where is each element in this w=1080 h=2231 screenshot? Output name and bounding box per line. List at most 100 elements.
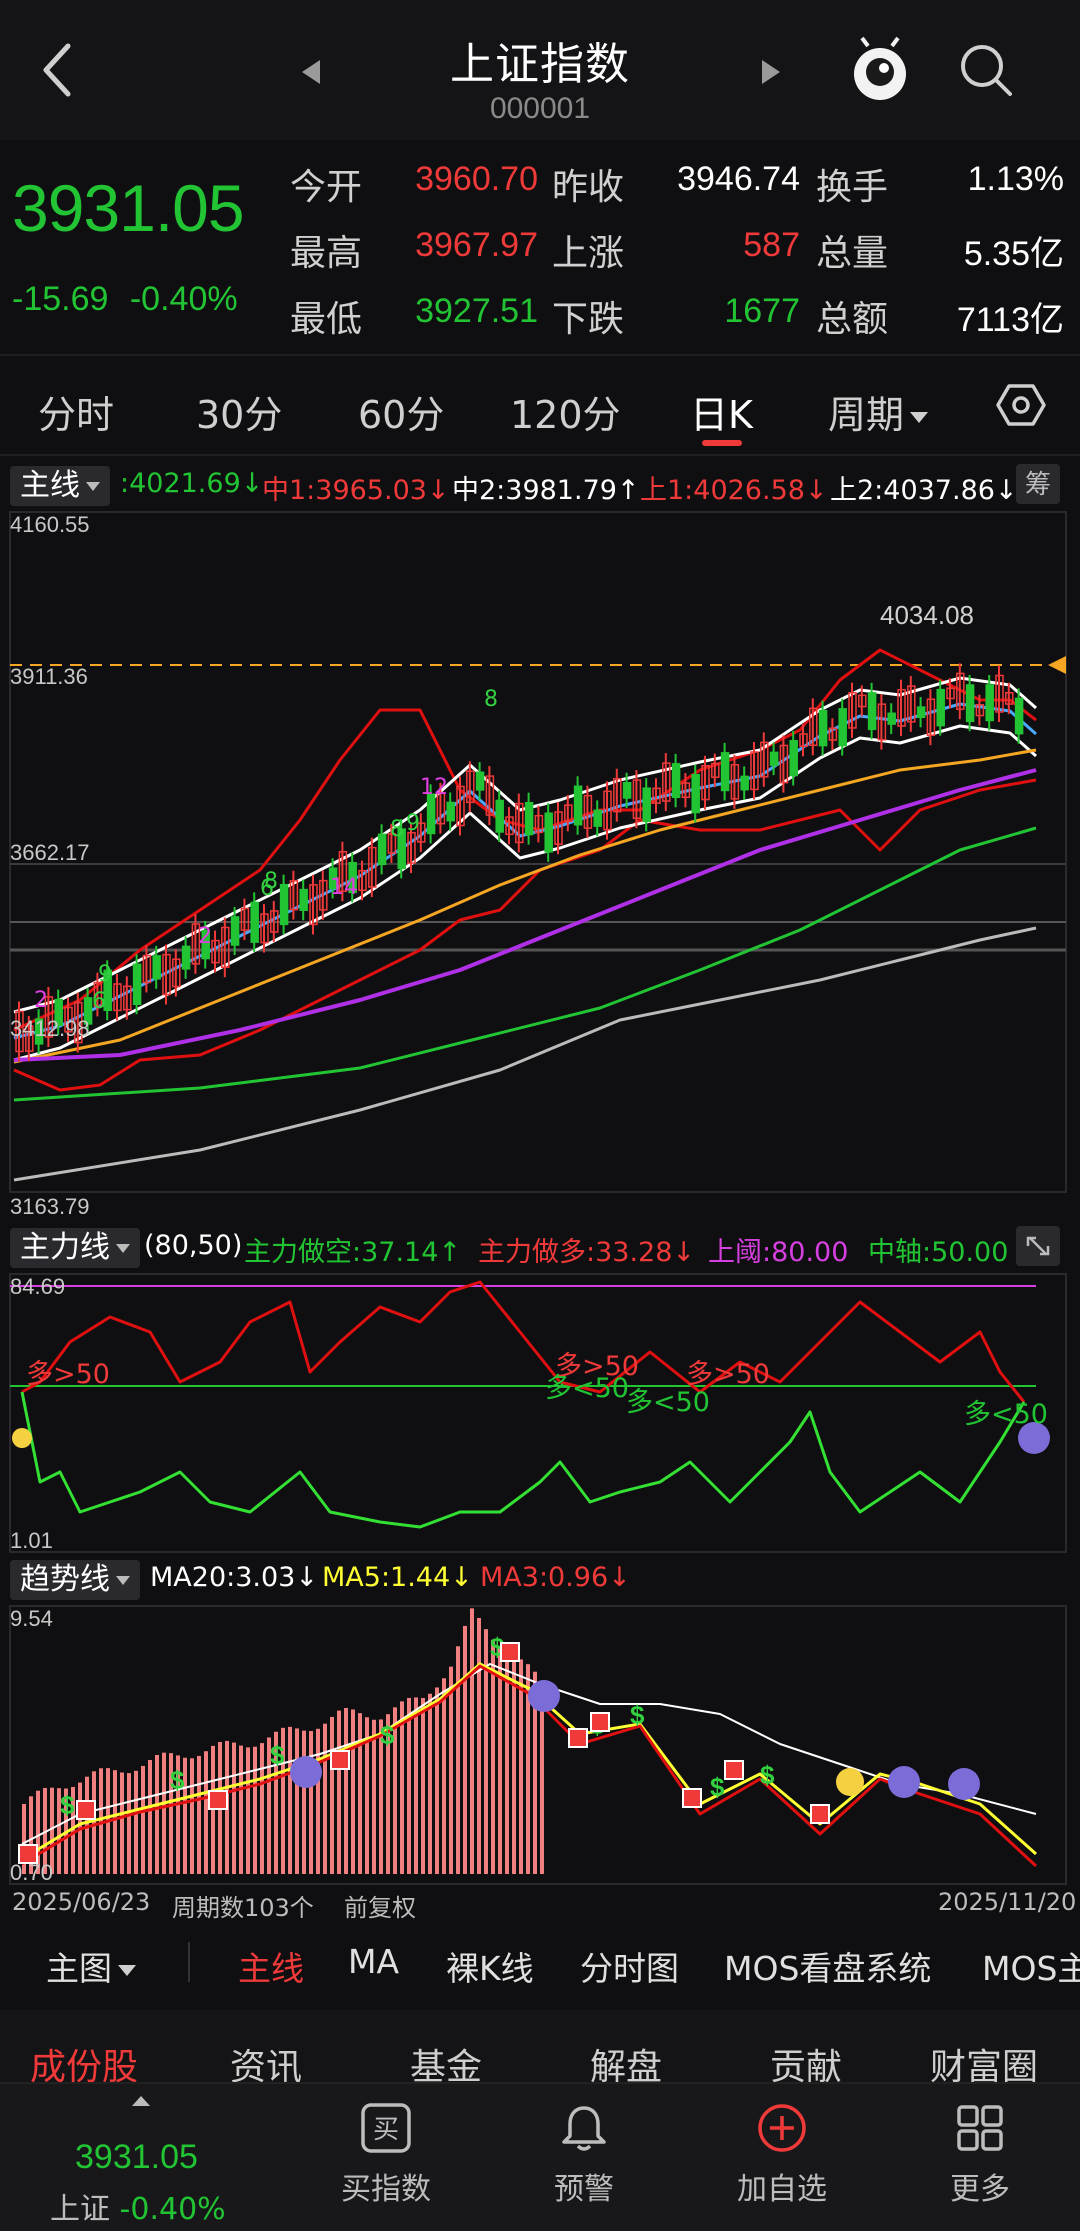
chevron-up-icon[interactable] (132, 2096, 150, 2106)
main-chart-selector[interactable]: 主图 (46, 1942, 136, 1990)
trend-indicator-chart[interactable]: $$$$$$$$$ (0, 1604, 1080, 1886)
zhuli-indicator-chart[interactable] (0, 1272, 1080, 1554)
trend-bar (428, 1693, 432, 1874)
chip-distribution-button[interactable]: 筹 (1016, 464, 1060, 504)
section-tabs: 成份股 资讯 基金 解盘 贡献 财富圈 (0, 2010, 1080, 2088)
chevron-down-icon (118, 1965, 136, 1976)
volume-value: 5.35亿 (963, 235, 1064, 273)
middle-band-line (13, 676, 1037, 1014)
signal-annotation: 多<50 (545, 1373, 629, 1404)
candle (446, 801, 455, 822)
trend-bar (92, 1771, 96, 1874)
candle (1014, 697, 1024, 735)
trend-bar (351, 1709, 355, 1874)
indicator-naked-k[interactable]: 裸K线 (446, 1942, 534, 1990)
open-value: 3960.70 (415, 160, 538, 198)
count-marker: 6 (92, 989, 106, 1014)
tab-60min[interactable]: 60分 (358, 384, 444, 439)
decline-value: 1677 (724, 292, 800, 330)
trend-bar (253, 1746, 257, 1874)
svg-text:买: 买 (373, 2115, 399, 2145)
zhuli-params: (80,50) (144, 1230, 243, 1261)
buy-signal-mark: $ (270, 1740, 285, 1770)
mascot-icon[interactable] (848, 36, 912, 104)
candle (838, 708, 847, 747)
tab-30min[interactable]: 30分 (196, 384, 282, 439)
candle (132, 963, 142, 1005)
trend-bar (498, 1647, 502, 1874)
candle (720, 752, 730, 792)
sell-signal-mark (330, 1750, 350, 1770)
indicator-zhuxian[interactable]: 主线 (238, 1942, 304, 1990)
count-marker: 8 (390, 817, 404, 842)
money-bag-icon (836, 1768, 864, 1796)
buy-index-button[interactable]: 买 买指数 (316, 2102, 456, 2208)
legend-item: MA20:3.03↓ (150, 1562, 318, 1593)
expand-icon[interactable] (1016, 1226, 1060, 1266)
low-label: 最低 (290, 299, 363, 340)
trend-bar (512, 1656, 516, 1874)
tab-period-label: 周期 (828, 393, 905, 437)
more-button[interactable]: 更多 (910, 2102, 1050, 2208)
ma-blue-line (13, 702, 1037, 1040)
candle (279, 883, 289, 926)
tab-daily-k[interactable]: 日K (690, 384, 753, 439)
next-index-icon[interactable] (762, 60, 780, 84)
tab-minute[interactable]: 分时 (38, 384, 114, 439)
amount-label: 总额 (816, 299, 889, 340)
qushi-selector[interactable]: 趋势线 (10, 1560, 140, 1600)
legend-item: 中2:3981.79↑ (452, 475, 640, 506)
legend-item: MA3:0.96↓ (480, 1562, 631, 1593)
trend-bar (323, 1723, 327, 1874)
indicator-mos-main[interactable]: MOS主 (982, 1942, 1080, 1990)
sad-face-icon (290, 1756, 322, 1788)
legend-item: 主力做空:37.14↑ (244, 1237, 462, 1268)
sell-signal-mark (682, 1788, 702, 1808)
trend-bar (120, 1772, 124, 1874)
candle (642, 787, 651, 823)
bottom-price[interactable]: 3931.05 (75, 2138, 198, 2177)
qushi-legend: 趋势线 MA20:3.03↓ MA5:1.44↓ MA3:0.96↓ (0, 1554, 1080, 1602)
trend-bar (190, 1758, 194, 1874)
indicator-mos-system[interactable]: MOS看盘系统 (724, 1942, 931, 1990)
index-code: 000001 (489, 92, 591, 125)
volume-label: 总量 (816, 233, 889, 274)
alert-button[interactable]: 预警 (514, 2102, 654, 2208)
legend-item: 上2:4037.86↓ (830, 475, 1018, 506)
trend-bar (302, 1730, 306, 1874)
add-watchlist-button[interactable]: 加自选 (712, 2102, 852, 2208)
search-icon[interactable] (956, 40, 1016, 100)
legend-item: MA5:1.44↓ (322, 1562, 473, 1593)
advance-label: 上涨 (552, 233, 625, 274)
change-value: -15.69 (12, 280, 109, 318)
y-axis-label: 0.70 (10, 1860, 53, 1885)
trend-bar (477, 1618, 481, 1874)
indicator-timeshare[interactable]: 分时图 (580, 1942, 679, 1990)
adjust-mode[interactable]: 前复权 (344, 1888, 416, 1923)
tab-120min[interactable]: 120分 (510, 384, 621, 439)
buy-signal-mark: $ (170, 1765, 185, 1795)
sell-signal-mark (568, 1728, 588, 1748)
current-price-marker (1048, 656, 1066, 674)
main-indicator-selector[interactable]: 主线 (10, 466, 110, 506)
trend-bar (330, 1716, 334, 1874)
settings-icon[interactable] (996, 380, 1046, 430)
more-label: 更多 (950, 2172, 1010, 2207)
lower-band-line (13, 724, 1037, 1062)
money-bag-icon (12, 1428, 32, 1448)
candle (965, 684, 975, 723)
indicator-ma[interactable]: MA (348, 1942, 399, 1981)
sad-face-icon (888, 1766, 920, 1798)
candle (426, 793, 436, 835)
grid-icon (957, 2105, 1003, 2151)
count-marker: 2 (198, 924, 212, 949)
legend-item: 上1:4026.58↓ (640, 475, 828, 506)
trend-bar (519, 1659, 523, 1874)
ma-gray-line (13, 926, 1037, 1182)
trend-bar (316, 1728, 320, 1874)
end-date: 2025/11/20 (938, 1888, 1077, 1916)
chevron-down-icon (116, 1244, 130, 1253)
trend-bar (141, 1765, 145, 1874)
tab-period-dropdown[interactable]: 周期 (828, 384, 929, 439)
zhuli-selector[interactable]: 主力线 (10, 1228, 140, 1268)
